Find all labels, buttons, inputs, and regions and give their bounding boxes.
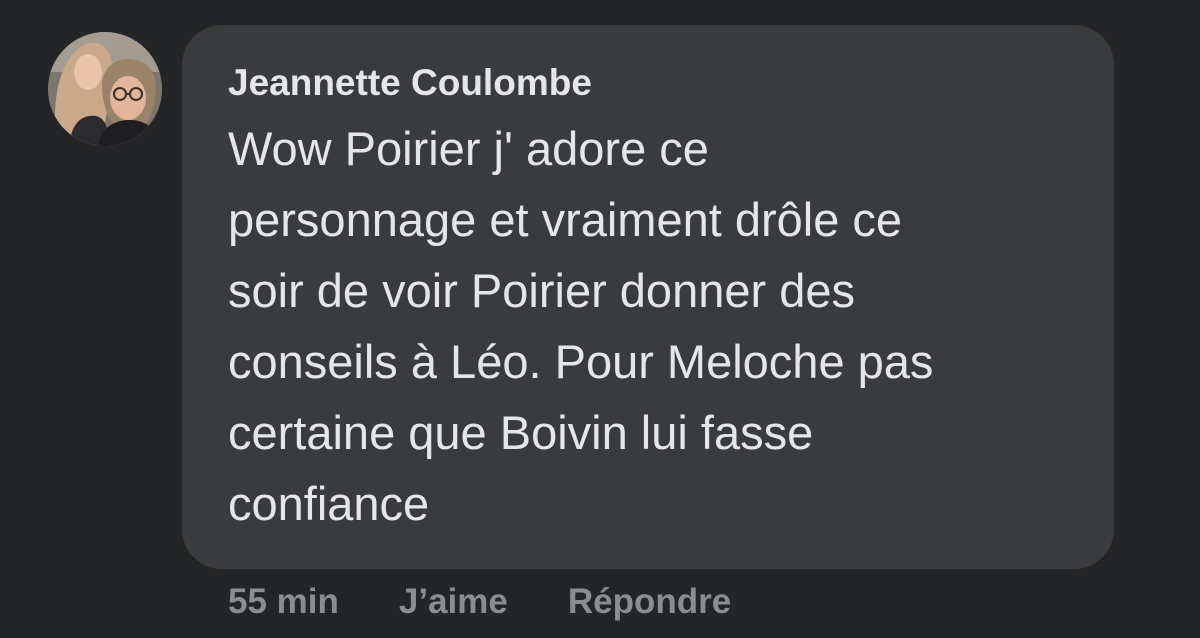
- comment-author[interactable]: Jeannette Coulombe: [228, 61, 592, 105]
- comment-actions: 55 min J’aime Répondre: [228, 576, 731, 628]
- reply-button[interactable]: Répondre: [568, 582, 731, 622]
- comment-text-line: confiance: [228, 477, 430, 530]
- comment-text-line: conseils à Léo. Pour Meloche pas: [228, 335, 934, 388]
- avatar[interactable]: [48, 32, 162, 146]
- comment: Jeannette Coulombe Wow Poirier j' adore …: [0, 0, 1200, 638]
- comment-text-line: Wow Poirier j' adore ce: [228, 122, 709, 175]
- comment-text-line: soir de voir Poirier donner des: [228, 264, 855, 317]
- like-button[interactable]: J’aime: [399, 582, 508, 622]
- avatar-photo: [48, 32, 162, 146]
- comment-timestamp[interactable]: 55 min: [228, 582, 339, 622]
- comment-bubble: Jeannette Coulombe Wow Poirier j' adore …: [182, 25, 1114, 569]
- comment-text-line: personnage et vraiment drôle ce: [228, 193, 903, 246]
- comment-text-line: certaine que Boivin lui fasse: [228, 406, 814, 459]
- comment-text: Wow Poirier j' adore ce personnage et vr…: [228, 113, 1068, 539]
